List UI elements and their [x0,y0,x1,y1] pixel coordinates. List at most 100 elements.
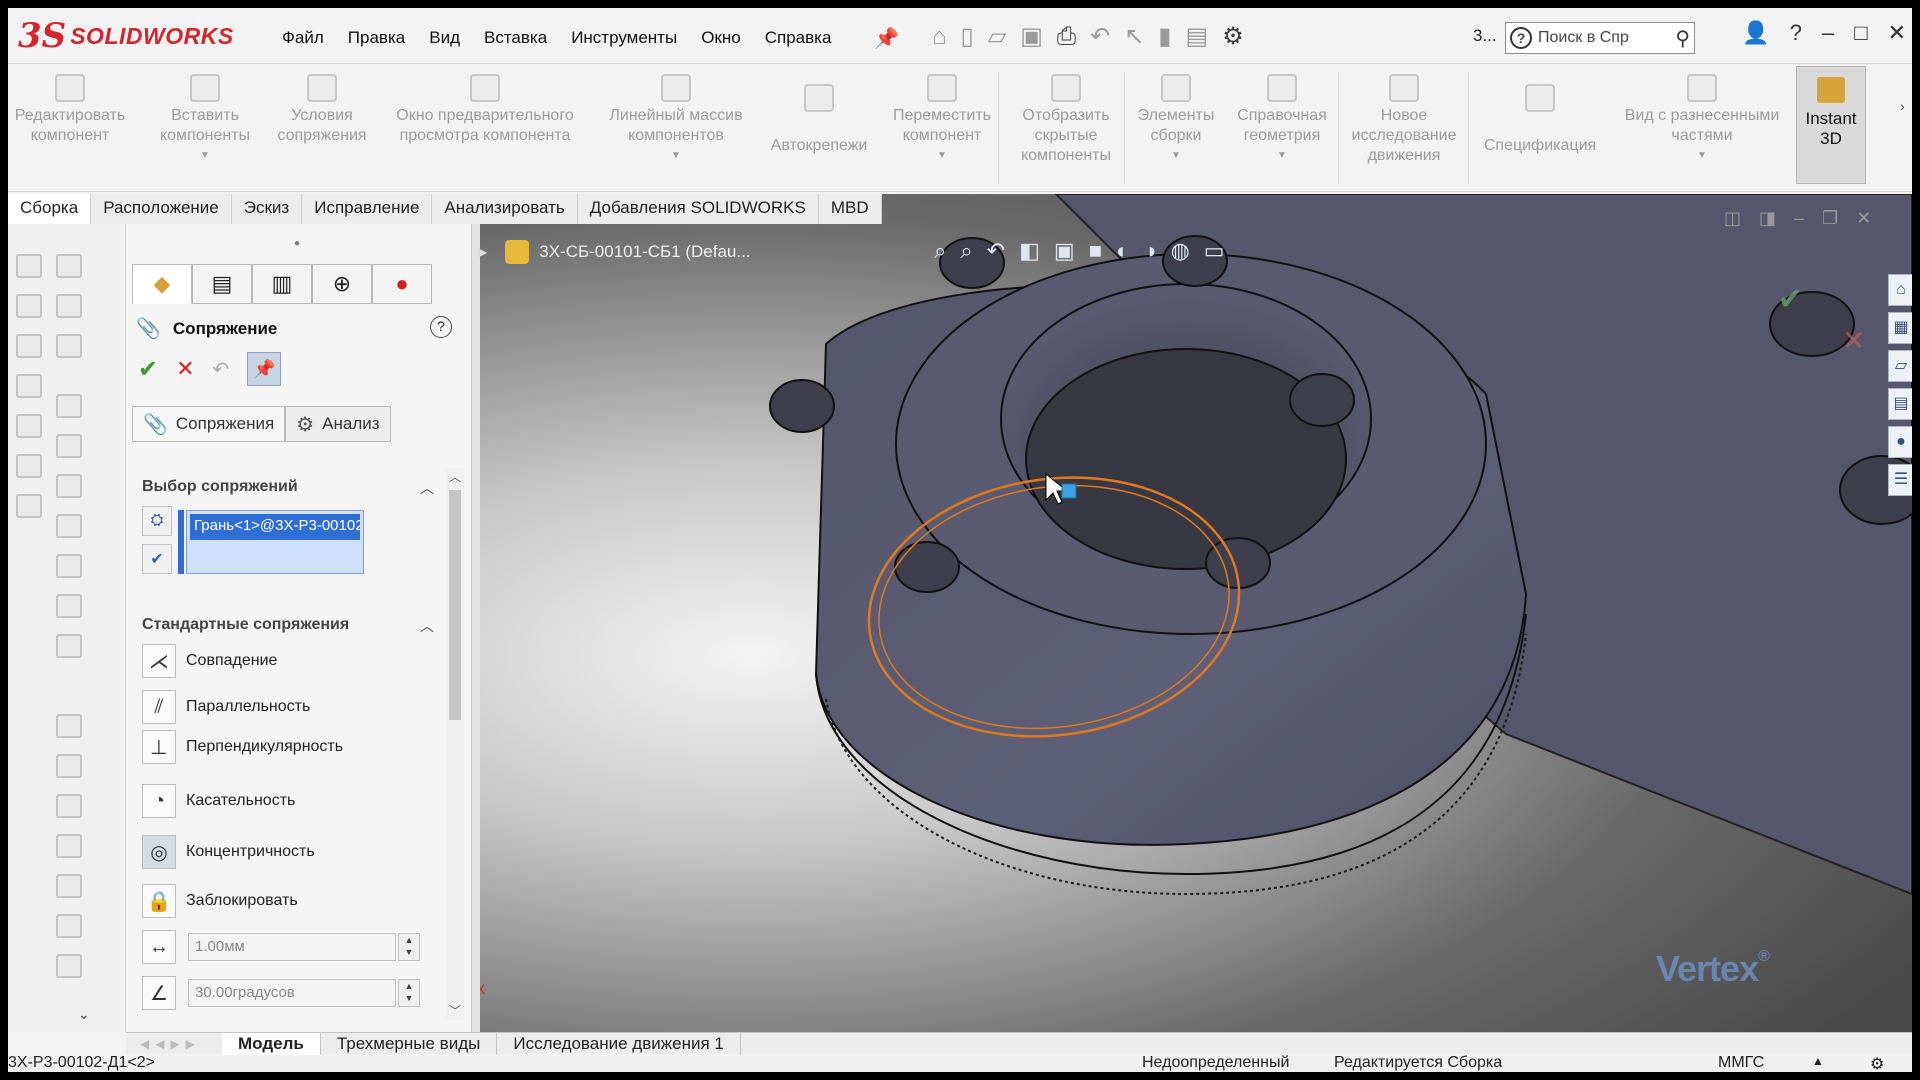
ok-check-icon[interactable]: ✔ [138,355,158,384]
mate-parallel[interactable]: ⫽ Параллельность [142,690,310,724]
menu-insert[interactable]: Вставка [472,24,559,52]
display-style-icon[interactable]: ■ [1089,238,1102,264]
status-editing[interactable]: Редактируется Сборка [1334,1054,1502,1072]
reference-geometry-button[interactable]: Справочная геометрия ▼ [1226,74,1338,166]
display-manager-tab-icon[interactable]: ● [372,264,432,304]
undo-icon[interactable]: ↶ [1090,22,1110,51]
minimize-icon[interactable]: – [1822,20,1834,46]
selected-face-item[interactable]: Грань<1>@3X-P3-00102-Д1 [190,514,360,540]
multi-mate-icon[interactable]: ✔ [142,544,172,574]
search-icon[interactable]: ⚲ [1675,26,1690,51]
chevron-down-icon[interactable]: ▼ [1612,146,1792,166]
chamfer-tool-icon[interactable] [56,434,82,458]
sketch-tool-icon[interactable] [16,254,42,278]
file-properties-icon[interactable]: ▤ [1186,22,1209,51]
chevron-down-icon[interactable]: ▼ [880,146,1004,166]
scene-icon[interactable]: ◍ [1171,238,1190,264]
feature-manager-tab-icon[interactable]: ◆ [132,264,192,304]
help-icon[interactable]: ? [430,316,452,338]
view-settings-icon[interactable]: ▭ [1204,238,1225,264]
split-view-icon[interactable]: ◫ [1724,208,1741,229]
edit-appearance-icon[interactable]: ◑ [1143,238,1156,264]
tab-motion-study[interactable]: Исследование движения 1 [497,1032,741,1055]
feature-tool-icon[interactable] [56,254,82,278]
text-tool-icon[interactable] [16,294,42,318]
menu-tools[interactable]: Инструменты [559,24,689,52]
shell-tool-icon[interactable] [56,474,82,498]
balloon-tool-icon[interactable] [16,454,42,478]
select-icon[interactable]: ↖ [1124,22,1144,51]
maximize-icon[interactable]: □ [1854,20,1867,46]
component-preview-button[interactable]: Окно предварительного просмотра компонен… [382,74,588,146]
view-orientation-icon[interactable]: ▣ [1054,238,1075,264]
exploded-view-button[interactable]: Вид с разнесенными частями ▼ [1612,74,1792,166]
routing-tool-icon[interactable] [56,914,82,938]
weld-tool-icon[interactable] [16,494,42,518]
fillet-tool-icon[interactable] [56,394,82,418]
tab-evaluate[interactable]: Анализировать [432,194,578,224]
close-icon[interactable]: ✕ [1888,20,1906,46]
chevron-down-icon[interactable]: ▼ [1128,146,1224,166]
file-explorer-icon[interactable]: ▱ [1888,350,1912,382]
menu-file[interactable]: Файл [270,24,336,52]
new-document-icon[interactable]: ▯ [961,22,974,51]
scroll-up-icon[interactable]: ︿ [449,468,461,485]
feature-tree-flyout[interactable]: ▶ 3X-СБ-00101-СБ1 (Defau... [478,240,751,264]
tab-3d-views[interactable]: Трехмерные виды [321,1032,498,1055]
appearances-icon[interactable]: ● [1888,426,1912,458]
scroll-down-icon[interactable]: ﹀ [449,1002,461,1019]
pin-menu-icon[interactable]: 📌 [874,26,899,51]
tab-sketch[interactable]: Эскиз [231,194,303,224]
chevron-up-icon[interactable]: ︿ [420,478,434,498]
assembly-features-button[interactable]: Элементы сборки ▼ [1128,74,1224,166]
instant3d-tool-icon[interactable] [56,954,82,978]
view-palette-icon[interactable]: ▤ [1888,388,1912,420]
mate-concentric[interactable]: ◎ Концентричность [142,835,315,869]
rebuild-status-icon[interactable]: ⚙ [1870,1054,1884,1072]
angle-spinner-icon[interactable]: ▲ ▼ [398,979,420,1007]
dimxpert-tab-icon[interactable]: ⊕ [312,264,372,304]
dimension-tool-icon[interactable] [16,374,42,398]
scrollbar-thumb[interactable] [449,490,461,720]
help-search-box[interactable]: ? Поиск в Спр ⚲ [1505,22,1695,54]
new-motion-study-button[interactable]: Новое исследование движения [1342,74,1466,166]
menu-view[interactable]: Вид [417,24,472,52]
standard-mates-header[interactable]: Стандартные сопряжения [142,616,349,634]
print-icon[interactable]: ⎙ [1057,23,1076,51]
tab-scroll-arrows-icon[interactable]: ◀◀▶▶ [126,1037,222,1051]
move-component-button[interactable]: Переместить компонент ▼ [880,74,1004,166]
hide-show-icon[interactable]: ◐ [1116,238,1129,264]
chevron-down-icon[interactable]: ▼ [594,146,758,166]
solidworks-logo[interactable]: 3S SOLIDWORKS [18,14,233,58]
annotation-tool-icon[interactable] [16,334,42,358]
distance-icon[interactable]: ↔ [142,930,176,964]
smart-fasteners-button[interactable]: Автокрепежи [760,84,878,156]
note-tool-icon[interactable] [16,414,42,438]
menu-edit[interactable]: Правка [336,24,417,52]
mate-tangent[interactable]: ◔ Касательность [142,784,295,818]
linear-pattern-button[interactable]: Линейный массив компонентов ▼ [594,74,758,166]
angle-icon[interactable]: ∠ [142,976,176,1010]
mold-tool-icon[interactable] [56,834,82,858]
chevron-down-icon[interactable]: ▼ [144,146,266,166]
edit-component-button[interactable]: Редактировать компонент [8,74,132,146]
link-views-icon[interactable]: ◨ [1759,208,1776,229]
property-manager-tab-icon[interactable]: ▤ [192,264,252,304]
options-gear-icon[interactable]: ⚙ [1222,22,1244,51]
revolve-tool-icon[interactable] [56,334,82,358]
units-caret-icon[interactable]: ▲ [1812,1054,1824,1068]
mate-selection-icon[interactable]: ⛭ [142,506,172,536]
viewport-close-icon[interactable]: ✕ [1856,208,1871,229]
insert-components-button[interactable]: Вставить компоненты ▼ [144,74,266,166]
chevron-down-icon[interactable]: ⌄ [78,1006,90,1023]
surface-tool-icon[interactable] [56,754,82,778]
bill-of-materials-button[interactable]: Спецификация [1470,84,1610,156]
mate-selections-header[interactable]: Выбор сопряжений [142,478,298,496]
angle-input[interactable]: 30.00градусов [188,979,396,1007]
tab-addins[interactable]: Добавления SOLIDWORKS [577,194,819,224]
section-view-icon[interactable]: ◧ [1019,238,1040,264]
confirmation-cancel-icon[interactable]: ✕ [1842,324,1865,357]
zoom-area-icon[interactable]: ⌕ [960,238,972,264]
panel-splitter[interactable] [472,224,480,1032]
instant3d-button[interactable]: Instant 3D [1796,66,1866,184]
